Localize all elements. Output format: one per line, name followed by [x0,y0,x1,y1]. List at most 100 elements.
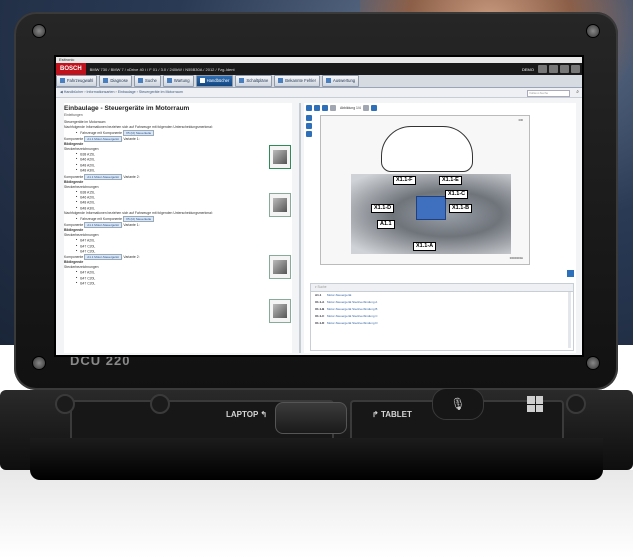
nav-tab[interactable]: Bekannte Fehler [274,75,321,87]
component-link[interactable]: A1.1 Motor-Steuergerät [84,222,122,229]
line-text: B47 C20L [80,276,96,281]
line-text: Steckerbezeichnungen [64,147,99,151]
line-suffix: , Variante 1: [121,137,140,141]
rotate-icon[interactable] [306,115,312,121]
callout-label: X1.1-D [371,204,395,213]
component-link[interactable]: A1.1 Motor-Steuergerät [84,254,122,261]
screw-icon [32,356,46,370]
callout-label: X1.1-A [413,242,437,251]
viewer-side-tools [306,115,312,139]
component-link[interactable]: A1.1 Motor-Steuergerät [84,136,122,142]
nav-tab[interactable]: Handbücher [195,75,234,87]
legend-description: Motor-Steuergerät Steckverbindung C [327,314,378,318]
line-text: Fahrzeuge mit Komponente [80,217,123,222]
convertible-latch[interactable] [275,402,347,434]
document-pane[interactable]: Einbaulage - Steuergeräte im Motorraum E… [64,103,292,353]
nav-tab-label: Handbücher [206,78,230,83]
nav-tab[interactable]: Diagnose [99,75,133,87]
legend-id: X1.1-C [315,314,325,318]
nav-tab[interactable]: Schaltpläne [235,75,273,87]
previous-page-icon[interactable] [330,104,336,111]
last-page-icon[interactable] [370,104,377,111]
mode-label: DEMO [522,66,534,72]
line-text: Steckerbezeichnungen [64,233,99,238]
legend-description: Motor-Steuergerät Steckverbindung D [327,321,378,325]
hardware-button-right[interactable] [566,394,586,414]
component-link[interactable]: A1.1 Motor-Steuergerät [84,173,122,180]
vehicle-info[interactable]: BMW 730 / BMW 7 / xDrive 40 i / F 01 / 3… [86,67,522,72]
legend-row[interactable]: X1.1-D Motor-Steuergerät Steckverbindung … [311,320,573,327]
expand-icon[interactable] [567,270,574,277]
line-text: Steckerbezeichnungen [64,184,99,189]
screw-icon [586,24,600,38]
line-text: Nachfolgende Informationen beziehen sich… [64,125,213,129]
line-text: Komponente [64,223,84,228]
zoom-out-icon[interactable] [314,104,320,111]
legend-row[interactable]: X1.1-B Motor-Steuergerät Steckverbindung … [311,306,573,313]
line-text: Bildlegende [64,228,84,233]
settings-icon[interactable] [538,65,547,73]
line-text: Nachfolgende Informationen beziehen sich… [64,211,213,216]
pan-icon[interactable] [306,123,312,129]
figure-number: 000 [518,119,523,122]
document-subtitle: Einleitungen [64,113,83,117]
legend-row[interactable]: X1.1-C Motor-Steuergerät Steckverbindung … [311,313,573,320]
legend-description: Motor-Steuergerät Steckverbindung A [327,300,378,304]
figure-thumbnail[interactable] [269,193,291,217]
legend-scrollbar[interactable] [568,292,571,348]
hardware-button[interactable] [150,394,170,414]
hardware-button-left[interactable] [55,394,75,414]
page-counter: Abbildung 1/4 [340,105,361,110]
line-suffix: , Variante 2: [121,255,140,260]
line-text: B46 A20L [80,195,95,200]
search-icon[interactable]: ⌕ [576,90,579,95]
breadcrumb: ◀ Handbücher › Informationsarten › Einba… [56,88,582,98]
figure-thumbnail[interactable] [269,299,291,323]
line-text: Steckerbezeichnungen [64,265,99,270]
line-text: B38 A15L [80,152,95,157]
print-figure-icon[interactable] [306,131,312,137]
figure-thumbnail[interactable] [269,145,291,169]
pane-splitter[interactable] [299,103,301,353]
help-icon[interactable] [549,65,558,73]
viewer-toolbar: Abbildung 1/4 [304,103,576,112]
breadcrumb-text[interactable]: Handbücher › Informationsarten › Einbaul… [64,90,183,94]
nav-tab[interactable]: Suche [134,75,161,87]
floor-reflection [0,470,633,558]
nav-tab[interactable]: Auswertung [322,75,360,87]
legend-search[interactable]: ▾ Suche [311,270,574,292]
line-text: Bildlegende [64,179,84,184]
installation-figure[interactable]: 000 X1.1-F X1.1-E X1.1-C X1.1-D X1.1-B A… [320,115,530,265]
legend-row[interactable]: X1.1-A Motor-Steuergerät Steckverbindung … [311,299,573,306]
nav-tab-label: Auswertung [333,78,356,83]
screw-icon [32,24,46,38]
callout-label: X1.1-F [393,176,416,185]
figure-thumbnail[interactable] [269,255,291,279]
legend-row[interactable]: A1.1 Motor-Steuergerät [311,292,573,299]
nav-tab[interactable]: Fahrzeugwahl [56,75,98,87]
exit-icon[interactable] [571,65,580,73]
microphone-button[interactable]: 🎙 [432,388,484,420]
nav-tab[interactable]: Wartung [162,75,194,87]
line-text: Steuergeräte im Motorraum [64,120,106,124]
device-base [30,438,603,480]
wrench-icon [166,78,172,84]
line-text: B47 A20L [80,270,95,275]
legend-id: A1.1 [315,293,322,297]
screen: Esitronic BOSCH BMW 730 / BMW 7 / xDrive… [54,55,584,357]
figure-id: 00000000A [509,257,523,260]
bosch-logo: BOSCH [56,63,86,75]
callout-label: X1.1-C [445,190,469,199]
next-page-icon[interactable] [362,104,369,111]
print-icon[interactable] [560,65,569,73]
windows-button[interactable] [527,396,543,412]
laptop-mode-label: LAPTOP ↰ [226,410,268,419]
app-header: BOSCH BMW 730 / BMW 7 / xDrive 40 i / F … [56,63,582,75]
car-silhouette [381,126,473,172]
fit-icon[interactable] [322,104,328,111]
line-text: B48 A30L [80,206,95,211]
legend-id: X1.1-A [315,300,325,304]
zoom-in-icon[interactable] [306,104,312,111]
microphone-icon: 🎙 [450,397,466,411]
fulltext-search-input[interactable]: Volltext-Suche [527,90,570,97]
